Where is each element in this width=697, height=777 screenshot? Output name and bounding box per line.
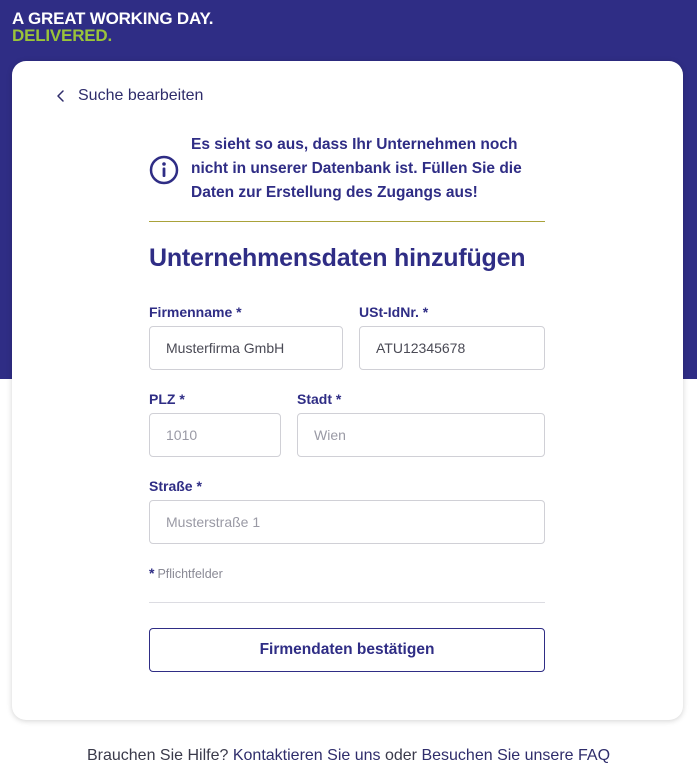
brand-logo: A GREAT WORKING DAY. DELIVERED. <box>12 10 213 44</box>
info-notice: Es sieht so aus, dass Ihr Unternehmen no… <box>149 133 545 222</box>
required-star: * <box>149 565 155 581</box>
brand-line-2: DELIVERED. <box>12 26 113 45</box>
form-title: Unternehmensdaten hinzufügen <box>149 244 526 272</box>
zip-label: PLZ * <box>149 391 185 407</box>
company-label: Firmenname * <box>149 304 242 320</box>
vat-label: USt-IdNr. * <box>359 304 429 320</box>
zip-input[interactable] <box>149 413 281 457</box>
back-link[interactable]: Suche bearbeiten <box>54 87 203 105</box>
company-name-input[interactable] <box>149 326 343 370</box>
help-or: oder <box>384 747 417 764</box>
faq-link[interactable]: Besuchen Sie unsere FAQ <box>421 747 610 764</box>
info-icon <box>149 155 179 185</box>
street-label: Straße * <box>149 478 202 494</box>
divider <box>149 602 545 603</box>
city-label: Stadt * <box>297 391 342 407</box>
street-input[interactable] <box>149 500 545 544</box>
help-footer: Brauchen Sie Hilfe? Kontaktieren Sie uns… <box>0 747 697 765</box>
help-prefix: Brauchen Sie Hilfe? <box>86 747 229 764</box>
form-card: Suche bearbeiten Es sieht so aus, dass I… <box>12 61 683 720</box>
city-input[interactable] <box>297 413 545 457</box>
brand-line-1: A GREAT WORKING DAY. <box>12 9 214 28</box>
back-link-label: Suche bearbeiten <box>78 87 204 104</box>
vat-id-input[interactable] <box>359 326 545 370</box>
confirm-company-button[interactable]: Firmendaten bestätigen <box>149 628 545 672</box>
contact-link[interactable]: Kontaktieren Sie uns <box>233 747 381 764</box>
chevron-left-icon <box>57 90 64 102</box>
required-note-text: Pflichtfelder <box>157 567 223 581</box>
notice-text: Es sieht so aus, dass Ihr Unternehmen no… <box>191 136 522 201</box>
required-fields-note: * Pflichtfelder <box>149 565 223 581</box>
